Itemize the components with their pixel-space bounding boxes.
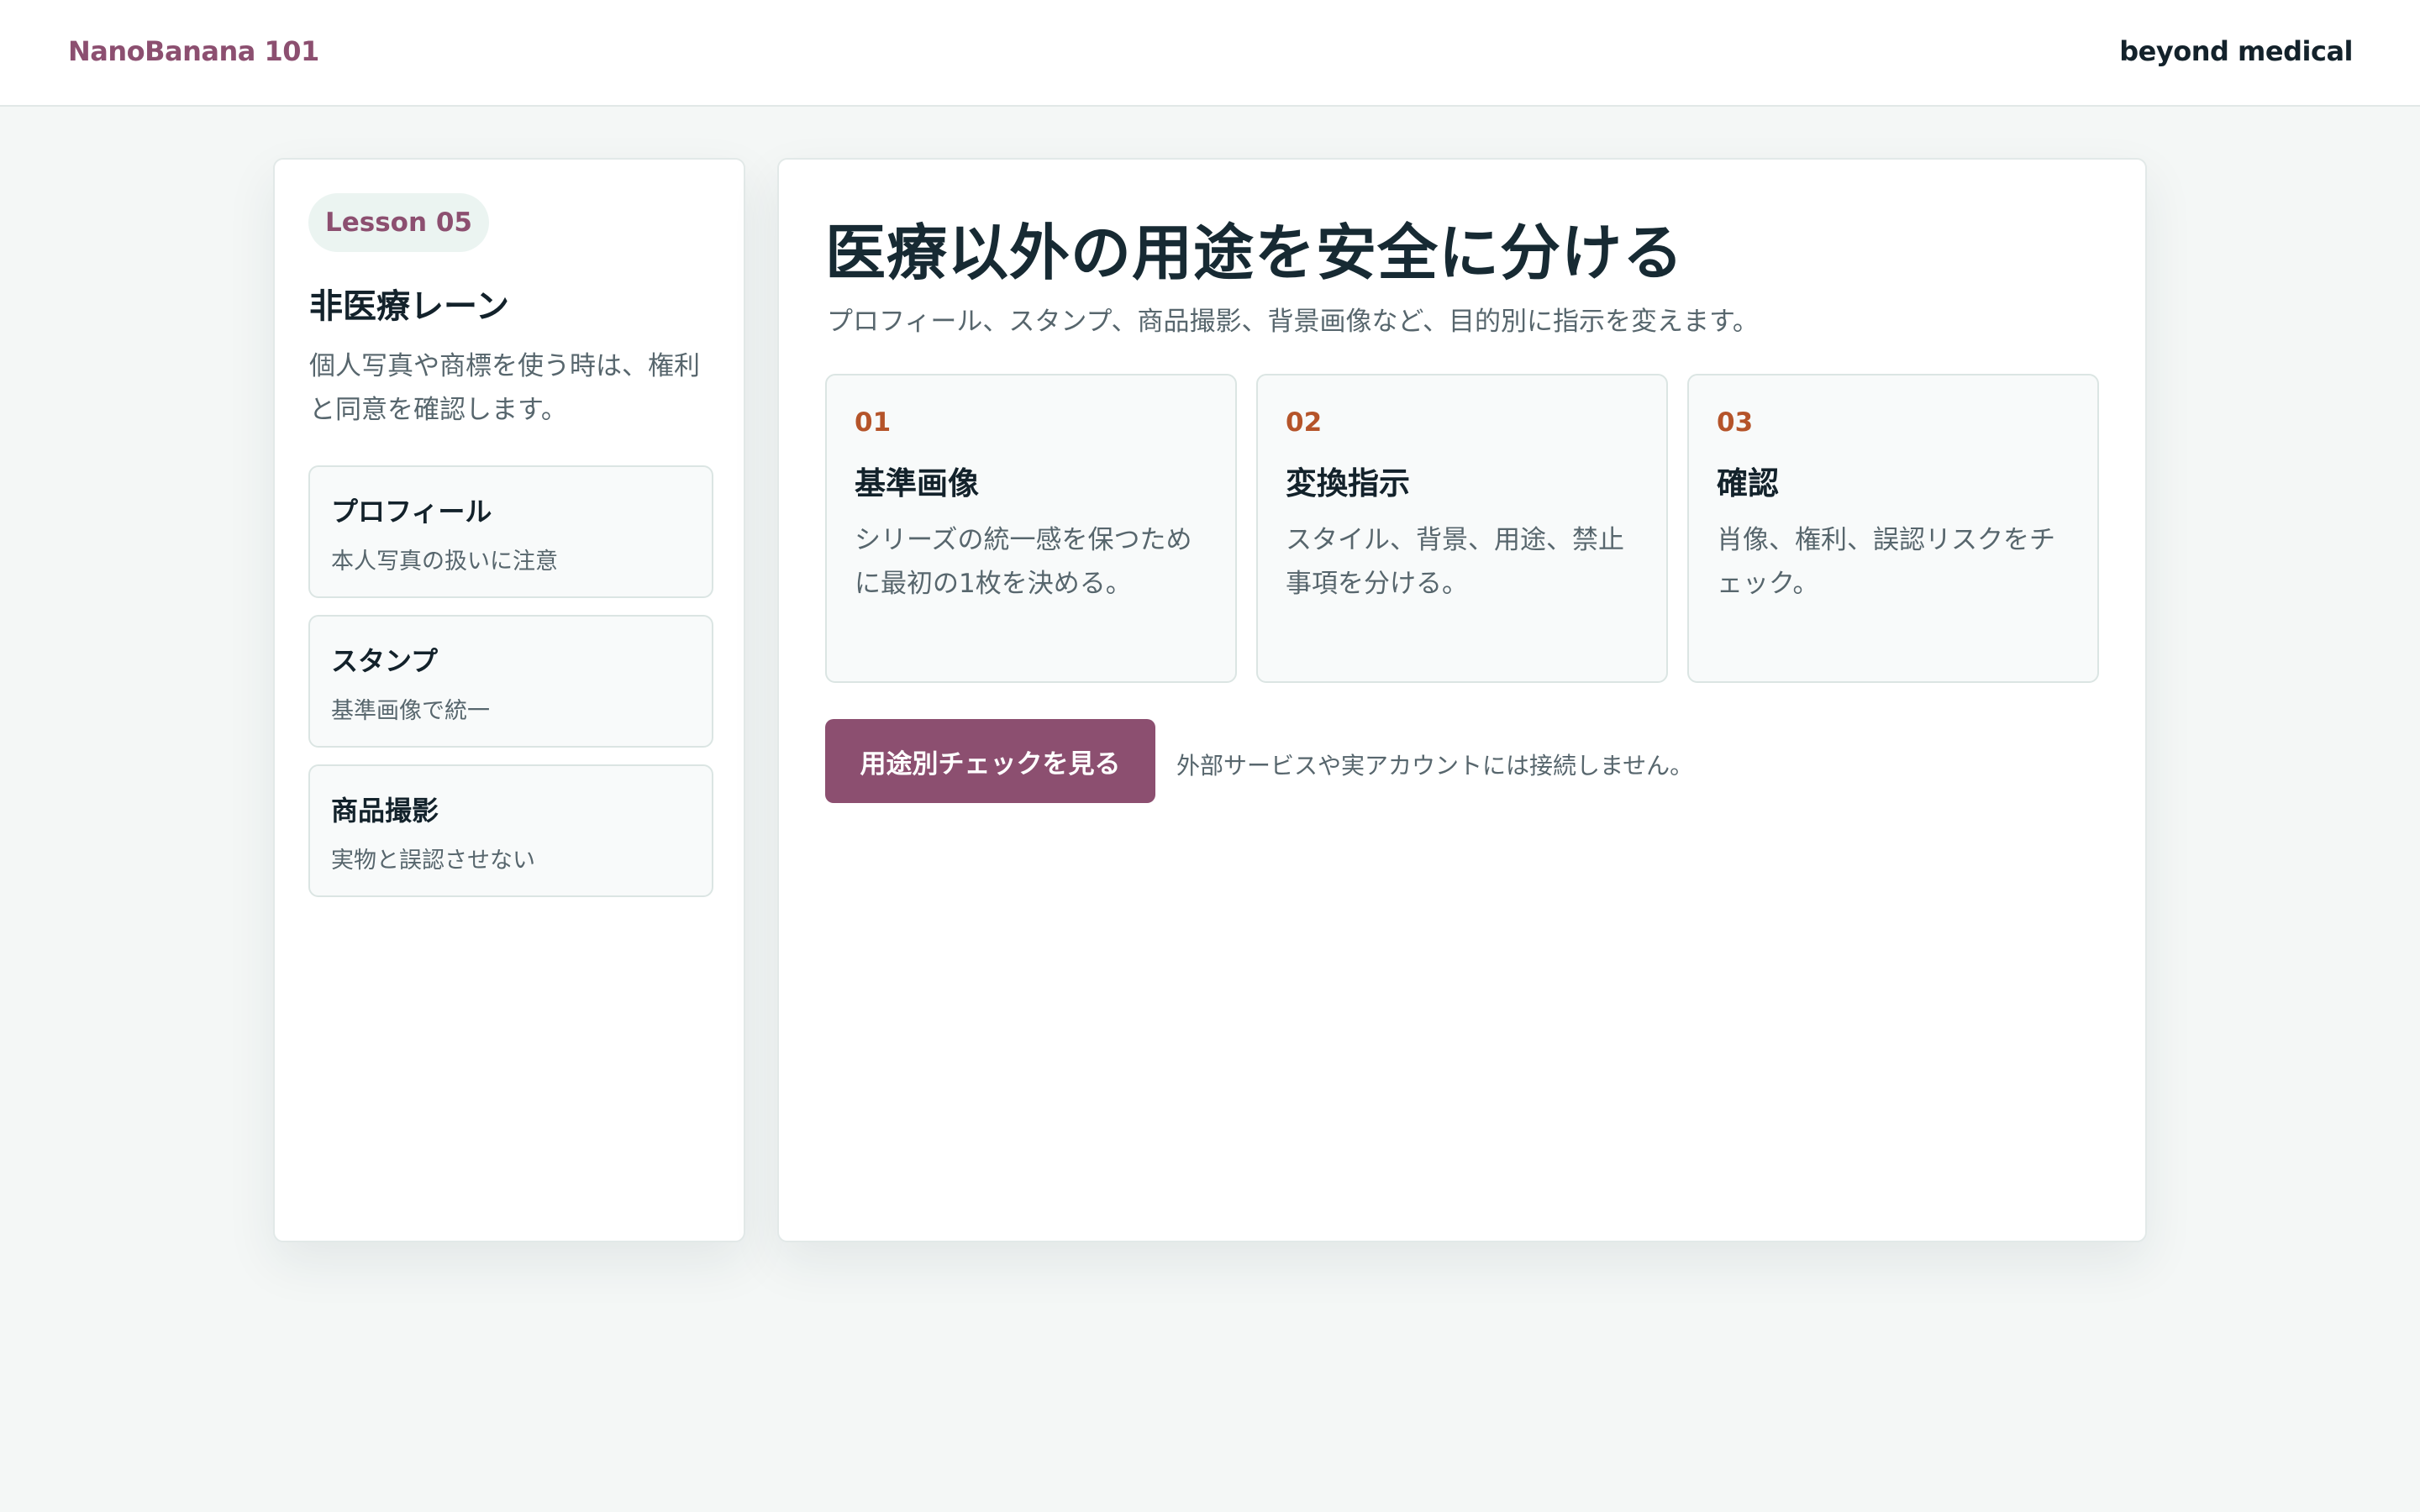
step-description: スタイル、背景、用途、禁止事項を分ける。 (1286, 525, 1624, 599)
top-bar: NanoBanana 101 beyond medical (0, 0, 2420, 107)
usage-item-subtitle: 本人写真の扱いに注意 (331, 549, 558, 575)
step-description: 肖像、権利、誤認リスクをチェック。 (1717, 525, 2055, 599)
lane-description: 個人写真や商標を使う時は、権利と同意を確認します。 (309, 351, 700, 425)
main-content: 医療以外の用途を安全に分ける プロフィール、スタンプ、商品撮影、背景画像など、目… (777, 158, 2147, 1242)
usage-check-button[interactable]: 用途別チェックを見る (825, 719, 1155, 803)
usage-item-title: スタンプ (331, 645, 439, 677)
connection-note: 外部サービスや実アカウントには接続しません。 (1176, 752, 1694, 780)
organization-name: beyond medical (2119, 35, 2353, 67)
lesson-badge: Lesson 05 (308, 193, 489, 252)
step-cards: 01 基準画像 シリーズの統一感を保つために最初の1枚を決める。 02 変換指示… (825, 374, 2099, 683)
usage-item-profile[interactable]: プロフィール 本人写真の扱いに注意 (308, 465, 713, 598)
step-title: 確認 (1717, 465, 1779, 501)
step-number: 02 (1286, 407, 1323, 438)
step-number: 01 (855, 407, 892, 438)
brand-logo[interactable]: NanoBanana 101 (68, 35, 319, 67)
step-card-reference-image: 01 基準画像 シリーズの統一感を保つために最初の1枚を決める。 (825, 374, 1237, 683)
step-card-conversion-instruction: 02 変換指示 スタイル、背景、用途、禁止事項を分ける。 (1256, 374, 1668, 683)
usage-item-title: プロフィール (331, 496, 492, 528)
step-number: 03 (1717, 407, 1754, 438)
usage-item-title: 商品撮影 (331, 795, 439, 827)
step-description: シリーズの統一感を保つために最初の1枚を決める。 (855, 525, 1192, 599)
page-subtitle: プロフィール、スタンプ、商品撮影、背景画像など、目的別に指示を変えます。 (827, 307, 1759, 337)
usage-item-product-photo[interactable]: 商品撮影 実物と誤認させない (308, 764, 713, 897)
step-card-confirmation: 03 確認 肖像、権利、誤認リスクをチェック。 (1687, 374, 2099, 683)
step-title: 変換指示 (1286, 465, 1410, 501)
usage-list: プロフィール 本人写真の扱いに注意 スタンプ 基準画像で統一 商品撮影 実物と誤… (308, 465, 713, 914)
page-title: 医療以外の用途を安全に分ける (825, 218, 1685, 288)
lane-title: 非医療レーン (309, 287, 509, 326)
usage-item-stamp[interactable]: スタンプ 基準画像で統一 (308, 615, 713, 748)
usage-item-subtitle: 基準画像で統一 (331, 698, 490, 724)
usage-item-subtitle: 実物と誤認させない (331, 848, 535, 874)
lesson-sidebar: Lesson 05 非医療レーン 個人写真や商標を使う時は、権利と同意を確認しま… (273, 158, 745, 1242)
step-title: 基準画像 (855, 465, 979, 501)
